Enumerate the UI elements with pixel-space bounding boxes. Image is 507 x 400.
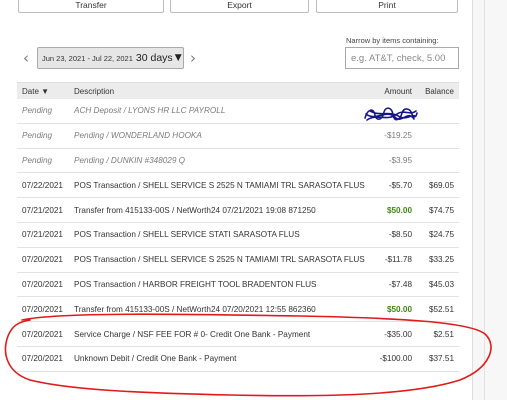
table-row[interactable]: 07/21/2021 Transfer from 415133-00S / Ne… [17, 197, 459, 223]
row-balance [417, 148, 459, 174]
row-amount: -$8.50 [367, 222, 417, 248]
row-amount: -$19.25 [367, 123, 417, 149]
date-range-select[interactable]: Jun 23, 2021 - Jul 22, 2021 30 days ▼ [37, 47, 184, 69]
row-amount: -$7.48 [367, 272, 417, 298]
row-balance [417, 99, 459, 124]
export-button[interactable]: Export [170, 0, 309, 13]
row-date: 07/20/2021 [17, 272, 69, 298]
row-description: POS Transaction / SHELL SERVICE STATI SA… [69, 222, 367, 248]
row-description: POS Transaction / SHELL SERVICE S 2525 N… [69, 247, 367, 273]
chevron-right-icon[interactable]: › [190, 51, 196, 66]
row-balance: $24.75 [417, 222, 459, 248]
redaction-scribble [364, 107, 418, 121]
row-description: Transfer from 415133-00S / NetWorth24 07… [69, 197, 367, 223]
table-row[interactable]: 07/22/2021 POS Transaction / SHELL SERVI… [17, 172, 459, 199]
row-description: POS Transaction / HARBOR FREIGHT TOOL BR… [69, 272, 367, 298]
annotation-stroke [4, 313, 492, 397]
date-range-text: Jun 23, 2021 - Jul 22, 2021 [42, 53, 133, 63]
row-amount: $50.00 [367, 197, 417, 223]
row-description: POS Transaction / SHELL SERVICE S 2525 N… [69, 172, 367, 199]
row-date: Pending [17, 123, 69, 149]
chevron-left-icon[interactable]: ‹ [23, 51, 29, 66]
row-date: Pending [17, 148, 69, 174]
print-button[interactable]: Print [316, 0, 458, 13]
row-balance: $69.05 [417, 172, 459, 199]
row-date: 07/20/2021 [17, 247, 69, 273]
scribble-stroke [364, 107, 418, 121]
amount-column-header[interactable]: Amount [367, 82, 417, 99]
table-row[interactable]: Pending Pending / DUNKIN #348029 Q -$3.9… [17, 148, 459, 174]
row-description: Pending / WONDERLAND HOOKA [69, 123, 367, 149]
row-balance: $45.03 [417, 272, 459, 298]
row-amount: -$5.70 [367, 172, 417, 199]
row-date: 07/22/2021 [17, 172, 69, 199]
row-date: 07/21/2021 [17, 222, 69, 248]
table-row[interactable]: 07/21/2021 POS Transaction / SHELL SERVI… [17, 222, 459, 248]
table-header: Date ▼ Description Amount Balance [17, 82, 459, 99]
row-description: ACH Deposit / LYONS HR LLC PAYROLL [69, 99, 367, 124]
row-description: Pending / DUNKIN #348029 Q [69, 148, 367, 174]
table-row[interactable]: 07/20/2021 POS Transaction / SHELL SERVI… [17, 247, 459, 273]
row-balance: $33.25 [417, 247, 459, 273]
filter-input[interactable] [345, 47, 459, 69]
row-amount: -$11.78 [367, 247, 417, 273]
date-column-header[interactable]: Date ▼ [17, 82, 69, 99]
filter-label: Narrow by items containing: [346, 36, 439, 45]
row-balance [417, 123, 459, 149]
transfer-button[interactable]: Transfer [18, 0, 164, 13]
caret-down-icon: ▼ [174, 53, 182, 63]
row-date: Pending [17, 99, 69, 124]
date-range-days: 30 days [135, 52, 173, 64]
balance-column-header[interactable]: Balance [417, 82, 459, 99]
description-column-header[interactable]: Description [69, 82, 367, 99]
highlight-annotation-circle [4, 313, 492, 397]
table-row[interactable]: Pending Pending / WONDERLAND HOOKA -$19.… [17, 123, 459, 149]
row-amount: -$3.95 [367, 148, 417, 174]
row-balance: $74.75 [417, 197, 459, 223]
table-row[interactable]: 07/20/2021 POS Transaction / HARBOR FREI… [17, 272, 459, 298]
row-date: 07/21/2021 [17, 197, 69, 223]
